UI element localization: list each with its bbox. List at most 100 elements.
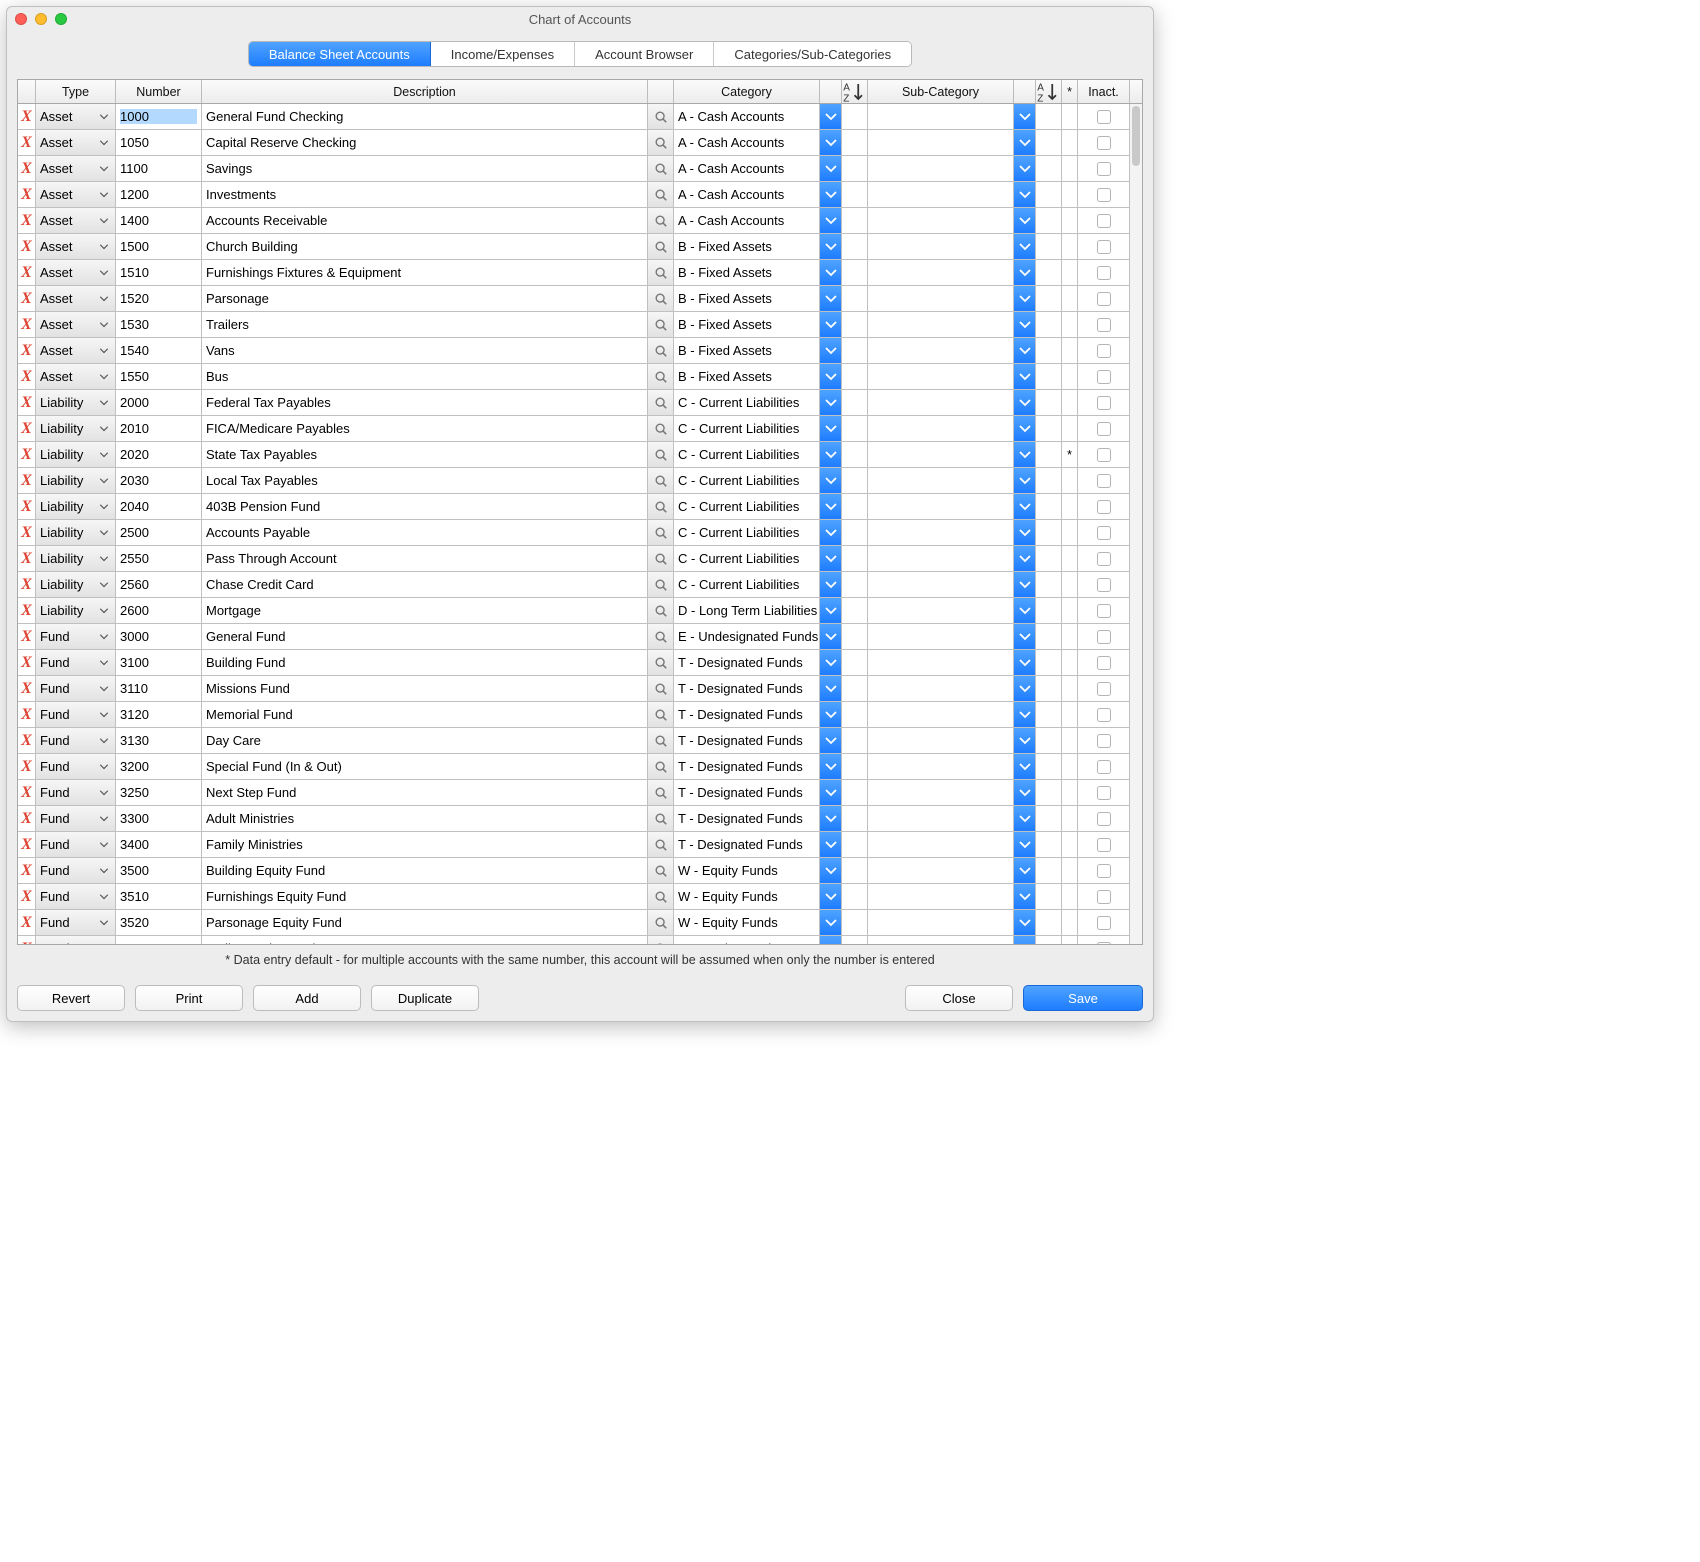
- default-marker[interactable]: [1062, 390, 1078, 415]
- subcategory-dropdown[interactable]: [1014, 364, 1036, 389]
- type-dropdown[interactable]: Asset: [36, 338, 116, 363]
- category-value[interactable]: W - Equity Funds: [674, 936, 820, 944]
- delete-row-button[interactable]: X: [18, 650, 36, 675]
- lookup-button[interactable]: [648, 624, 674, 649]
- inactive-checkbox[interactable]: [1078, 806, 1130, 831]
- subcategory-dropdown[interactable]: [1014, 286, 1036, 311]
- number-field[interactable]: [116, 702, 202, 727]
- inactive-checkbox[interactable]: [1078, 598, 1130, 623]
- category-value[interactable]: B - Fixed Assets: [674, 234, 820, 259]
- subcategory-dropdown[interactable]: [1014, 884, 1036, 909]
- type-dropdown[interactable]: Fund: [36, 754, 116, 779]
- number-field[interactable]: [116, 676, 202, 701]
- number-input[interactable]: [120, 629, 197, 644]
- default-marker[interactable]: [1062, 104, 1078, 129]
- description-field[interactable]: Building Fund: [202, 650, 648, 675]
- tab-categories-sub-categories[interactable]: Categories/Sub-Categories: [714, 42, 911, 66]
- number-field[interactable]: [116, 338, 202, 363]
- description-field[interactable]: 403B Pension Fund: [202, 494, 648, 519]
- delete-row-button[interactable]: X: [18, 182, 36, 207]
- category-value[interactable]: T - Designated Funds: [674, 832, 820, 857]
- number-input[interactable]: [120, 317, 197, 332]
- type-dropdown[interactable]: Liability: [36, 494, 116, 519]
- inactive-checkbox[interactable]: [1078, 754, 1130, 779]
- lookup-button[interactable]: [648, 130, 674, 155]
- type-dropdown[interactable]: Asset: [36, 130, 116, 155]
- description-field[interactable]: Pass Through Account: [202, 546, 648, 571]
- subcategory-value[interactable]: [868, 208, 1014, 233]
- type-dropdown[interactable]: Asset: [36, 208, 116, 233]
- number-input[interactable]: [120, 551, 197, 566]
- number-input[interactable]: [120, 525, 197, 540]
- lookup-button[interactable]: [648, 156, 674, 181]
- subcategory-value[interactable]: [868, 104, 1014, 129]
- scrollbar-thumb[interactable]: [1132, 106, 1140, 166]
- default-marker[interactable]: [1062, 832, 1078, 857]
- subcategory-value[interactable]: [868, 598, 1014, 623]
- default-marker[interactable]: [1062, 598, 1078, 623]
- subcategory-dropdown[interactable]: [1014, 156, 1036, 181]
- category-value[interactable]: A - Cash Accounts: [674, 182, 820, 207]
- category-value[interactable]: B - Fixed Assets: [674, 312, 820, 337]
- subcategory-value[interactable]: [868, 806, 1014, 831]
- number-field[interactable]: [116, 286, 202, 311]
- inactive-checkbox[interactable]: [1078, 442, 1130, 467]
- inactive-checkbox[interactable]: [1078, 546, 1130, 571]
- number-input[interactable]: [120, 889, 197, 904]
- subcategory-dropdown[interactable]: [1014, 572, 1036, 597]
- category-dropdown[interactable]: [820, 910, 842, 935]
- delete-row-button[interactable]: X: [18, 390, 36, 415]
- description-field[interactable]: Memorial Fund: [202, 702, 648, 727]
- lookup-button[interactable]: [648, 442, 674, 467]
- number-input[interactable]: [120, 811, 197, 826]
- number-field[interactable]: [116, 520, 202, 545]
- delete-row-button[interactable]: X: [18, 286, 36, 311]
- default-marker[interactable]: [1062, 234, 1078, 259]
- category-value[interactable]: A - Cash Accounts: [674, 156, 820, 181]
- subcategory-value[interactable]: [868, 702, 1014, 727]
- inactive-checkbox[interactable]: [1078, 182, 1130, 207]
- inactive-checkbox[interactable]: [1078, 832, 1130, 857]
- description-field[interactable]: Vans: [202, 338, 648, 363]
- inactive-checkbox[interactable]: [1078, 286, 1130, 311]
- category-dropdown[interactable]: [820, 520, 842, 545]
- inactive-checkbox[interactable]: [1078, 702, 1130, 727]
- inactive-checkbox[interactable]: [1078, 260, 1130, 285]
- type-dropdown[interactable]: Fund: [36, 832, 116, 857]
- number-input[interactable]: [120, 759, 197, 774]
- delete-row-button[interactable]: X: [18, 910, 36, 935]
- category-dropdown[interactable]: [820, 884, 842, 909]
- number-field[interactable]: [116, 858, 202, 883]
- delete-row-button[interactable]: X: [18, 364, 36, 389]
- delete-row-button[interactable]: X: [18, 884, 36, 909]
- category-value[interactable]: T - Designated Funds: [674, 650, 820, 675]
- subcategory-value[interactable]: [868, 624, 1014, 649]
- category-dropdown[interactable]: [820, 364, 842, 389]
- type-dropdown[interactable]: Fund: [36, 910, 116, 935]
- number-input[interactable]: [120, 239, 197, 254]
- description-field[interactable]: Missions Fund: [202, 676, 648, 701]
- inactive-checkbox[interactable]: [1078, 520, 1130, 545]
- description-field[interactable]: Family Ministries: [202, 832, 648, 857]
- inactive-checkbox[interactable]: [1078, 884, 1130, 909]
- category-value[interactable]: T - Designated Funds: [674, 728, 820, 753]
- number-input[interactable]: [120, 577, 197, 592]
- inactive-checkbox[interactable]: [1078, 156, 1130, 181]
- default-marker[interactable]: *: [1062, 442, 1078, 467]
- description-field[interactable]: State Tax Payables: [202, 442, 648, 467]
- type-dropdown[interactable]: Liability: [36, 520, 116, 545]
- category-value[interactable]: W - Equity Funds: [674, 910, 820, 935]
- delete-row-button[interactable]: X: [18, 676, 36, 701]
- default-marker[interactable]: [1062, 910, 1078, 935]
- type-dropdown[interactable]: Fund: [36, 936, 116, 944]
- number-field[interactable]: [116, 312, 202, 337]
- save-button[interactable]: Save: [1023, 985, 1143, 1011]
- subcategory-dropdown[interactable]: [1014, 130, 1036, 155]
- category-value[interactable]: C - Current Liabilities: [674, 494, 820, 519]
- number-field[interactable]: [116, 182, 202, 207]
- delete-row-button[interactable]: X: [18, 130, 36, 155]
- number-input[interactable]: [120, 421, 197, 436]
- category-dropdown[interactable]: [820, 858, 842, 883]
- inactive-checkbox[interactable]: [1078, 728, 1130, 753]
- category-dropdown[interactable]: [820, 442, 842, 467]
